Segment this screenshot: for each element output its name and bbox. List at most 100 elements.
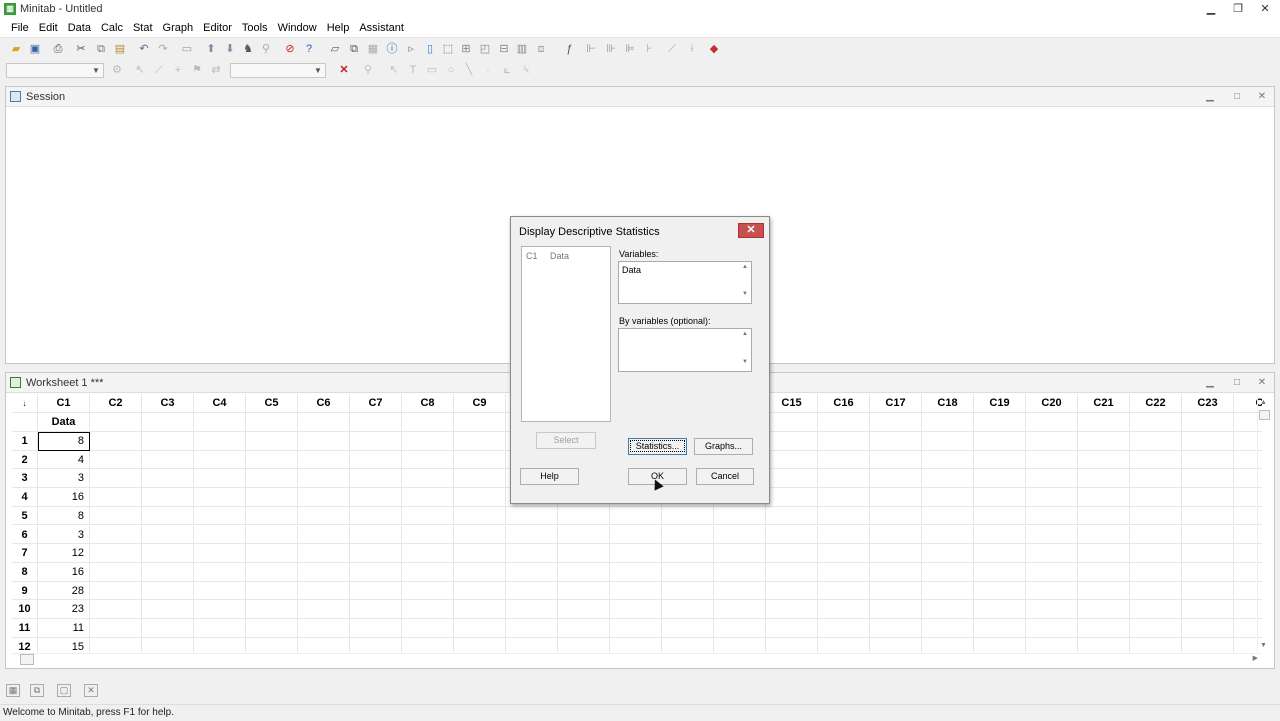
table-cell[interactable]: 28: [38, 581, 90, 601]
menu-graph[interactable]: Graph: [158, 18, 199, 38]
table-cell[interactable]: [454, 544, 506, 563]
cancel-icon[interactable]: ⊘: [283, 42, 297, 56]
table-cell[interactable]: [246, 600, 298, 619]
table-cell[interactable]: [818, 562, 870, 582]
table-cell[interactable]: [454, 619, 506, 638]
column-name-cell[interactable]: [922, 413, 974, 432]
table-cell[interactable]: [610, 562, 662, 582]
graph-combo[interactable]: ▼: [230, 63, 326, 78]
table-cell[interactable]: [818, 637, 870, 652]
column-header[interactable]: C16: [818, 394, 870, 413]
session-icon[interactable]: ▱: [328, 42, 342, 56]
project-icon[interactable]: ⬚: [441, 42, 455, 56]
table-cell[interactable]: [402, 600, 454, 619]
worksheet-minimize-button[interactable]: ▁: [1202, 376, 1218, 390]
table-cell[interactable]: [818, 600, 870, 619]
table-cell[interactable]: [974, 469, 1026, 489]
table-cell[interactable]: [350, 506, 402, 526]
table-cell[interactable]: [974, 488, 1026, 507]
table-cell[interactable]: [766, 450, 818, 470]
window-icon[interactable]: ◰: [478, 42, 492, 56]
table-cell[interactable]: [1130, 450, 1182, 470]
row-header[interactable]: 4: [12, 488, 38, 507]
table-cell[interactable]: [298, 581, 350, 601]
table-cell[interactable]: [1026, 450, 1078, 470]
replace-icon[interactable]: ⚲: [259, 42, 273, 56]
table-cell[interactable]: [298, 637, 350, 652]
table-cell[interactable]: [142, 469, 194, 489]
undo-icon[interactable]: ↶: [137, 42, 151, 56]
table-cell[interactable]: [818, 525, 870, 545]
function-icon[interactable]: ƒ: [562, 42, 576, 56]
table-cell[interactable]: [974, 581, 1026, 601]
table-cell[interactable]: [766, 544, 818, 563]
table-cell[interactable]: [506, 619, 558, 638]
column-name-cell[interactable]: [1130, 413, 1182, 432]
column-name-cell[interactable]: [1182, 413, 1234, 432]
column-name-cell[interactable]: [246, 413, 298, 432]
tile-icon[interactable]: ⧈: [534, 42, 548, 56]
table-cell[interactable]: [194, 469, 246, 489]
table-cell[interactable]: [246, 469, 298, 489]
table-cell[interactable]: [246, 506, 298, 526]
pointer-icon[interactable]: ↖: [387, 63, 401, 77]
column-header[interactable]: C9: [454, 394, 506, 413]
column-name-cell[interactable]: [454, 413, 506, 432]
table-cell[interactable]: [714, 581, 766, 601]
table-cell[interactable]: [870, 488, 922, 507]
table-cell[interactable]: [246, 637, 298, 652]
table-cell[interactable]: [974, 544, 1026, 563]
menu-tools[interactable]: Tools: [237, 18, 273, 38]
row-header[interactable]: 1: [12, 432, 38, 451]
variables-scrollbar[interactable]: ▲ ▼: [739, 262, 751, 303]
table-cell[interactable]: [1130, 544, 1182, 563]
table-cell[interactable]: [298, 619, 350, 638]
table-cell[interactable]: [870, 637, 922, 652]
table-cell[interactable]: 15: [38, 637, 90, 652]
table-cell[interactable]: [870, 506, 922, 526]
table-cell[interactable]: 8: [38, 432, 90, 451]
table-cell[interactable]: 8: [38, 506, 90, 526]
table-cell[interactable]: [1078, 544, 1130, 563]
table-cell[interactable]: [454, 469, 506, 489]
zoom-graph-icon[interactable]: ⚙: [110, 63, 124, 77]
table-cell[interactable]: [714, 544, 766, 563]
row-header[interactable]: 10: [12, 600, 38, 619]
column-name-cell[interactable]: [350, 413, 402, 432]
table-cell[interactable]: [454, 562, 506, 582]
open-icon[interactable]: ▰: [9, 42, 23, 56]
table-cell[interactable]: [870, 469, 922, 489]
table-cell[interactable]: [298, 450, 350, 470]
panel-icon[interactable]: ▥: [515, 42, 529, 56]
table-cell[interactable]: 12: [38, 544, 90, 563]
table-cell[interactable]: 4: [38, 450, 90, 470]
table-cell[interactable]: [662, 619, 714, 638]
table-cell[interactable]: [142, 432, 194, 451]
zoom-icon[interactable]: ⚲: [361, 63, 375, 77]
table-cell[interactable]: [194, 450, 246, 470]
table-cell[interactable]: [1026, 469, 1078, 489]
column-header[interactable]: C3: [142, 394, 194, 413]
worksheets-icon[interactable]: ⧉: [347, 42, 361, 56]
insert-up-icon[interactable]: ⬆: [204, 42, 218, 56]
table-cell[interactable]: [142, 637, 194, 652]
project-combo[interactable]: ▼: [6, 63, 104, 78]
table-cell[interactable]: [1026, 562, 1078, 582]
table-cell[interactable]: [974, 450, 1026, 470]
column-header[interactable]: C22: [1130, 394, 1182, 413]
table-cell[interactable]: [90, 637, 142, 652]
table-cell[interactable]: [1182, 544, 1234, 563]
table-cell[interactable]: [1182, 562, 1234, 582]
table-cell[interactable]: [1130, 506, 1182, 526]
table-cell[interactable]: [454, 488, 506, 507]
table-cell[interactable]: [454, 506, 506, 526]
layout-icon[interactable]: ⊞: [459, 42, 473, 56]
table-cell[interactable]: [1078, 619, 1130, 638]
column-header[interactable]: C21: [1078, 394, 1130, 413]
table-cell[interactable]: [818, 469, 870, 489]
column-header[interactable]: C2: [90, 394, 142, 413]
table-cell[interactable]: [922, 581, 974, 601]
align-icon[interactable]: ⊩: [584, 42, 598, 56]
table-cell[interactable]: [142, 562, 194, 582]
polygon-tool-icon[interactable]: ⍀: [519, 63, 533, 77]
